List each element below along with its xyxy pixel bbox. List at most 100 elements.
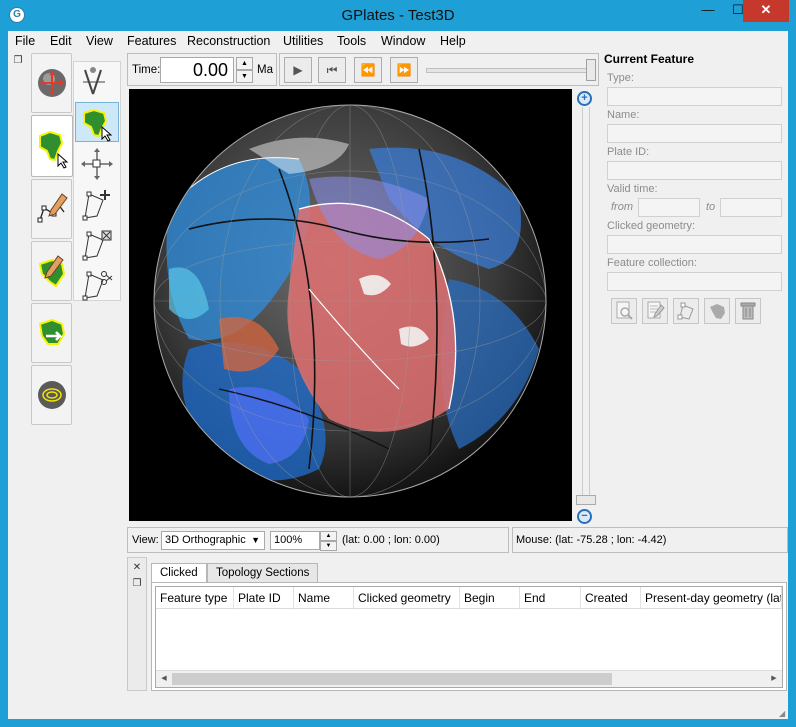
close-button[interactable]: ✕	[743, 0, 789, 22]
insert-vertex-icon[interactable]	[75, 184, 119, 224]
dock-close-icon[interactable]: ✕	[131, 562, 143, 574]
menu-window[interactable]: Window	[381, 34, 425, 48]
type-label: Type:	[607, 72, 634, 84]
zoom-spin-up-icon[interactable]: ▲	[320, 531, 337, 541]
zoom-percent-value: 100%	[274, 534, 303, 546]
plate-id-field	[607, 161, 782, 180]
column-plate-id[interactable]: Plate ID	[234, 587, 294, 609]
name-field	[607, 124, 782, 143]
digitise-icon[interactable]	[31, 179, 72, 239]
zoom-slider-handle[interactable]	[576, 495, 596, 505]
zoom-slider[interactable]	[582, 107, 590, 503]
clone-geometry-icon[interactable]	[673, 298, 699, 324]
scroll-left-icon[interactable]: ◀	[157, 673, 171, 685]
mouse-coordinates: Mouse: (lat: -75.28 ; lon: -4.42)	[516, 534, 667, 546]
tab-clicked[interactable]: Clicked	[151, 563, 207, 584]
to-label: to	[706, 201, 716, 213]
zoom-percent-input[interactable]: 100%	[270, 531, 320, 550]
rewind-to-start-icon[interactable]: ⏮	[318, 57, 346, 83]
time-slider-handle[interactable]	[586, 59, 596, 81]
drag-globe-icon[interactable]	[31, 53, 72, 113]
zoom-spin-down-icon[interactable]: ▼	[320, 541, 337, 551]
time-spin-down-icon[interactable]: ▼	[236, 70, 253, 83]
delete-feature-icon[interactable]	[735, 298, 761, 324]
measure-distance-icon[interactable]	[75, 62, 119, 102]
type-field	[607, 87, 782, 106]
feature-collection-label: Feature collection:	[607, 257, 697, 269]
main-toolbox	[31, 53, 73, 429]
time-label: Time:	[132, 64, 161, 76]
column-end[interactable]: End	[520, 587, 581, 609]
clone-feature-icon[interactable]	[704, 298, 730, 324]
projection-value: 3D Orthographic	[165, 534, 246, 546]
choose-feature-icon[interactable]	[75, 102, 119, 142]
globe-render[interactable]	[129, 89, 572, 521]
zoom-out-icon[interactable]: −	[577, 509, 592, 524]
view-toolbar: View: 3D Orthographic ▼ 100% ▲ ▼ (lat: 0.…	[127, 527, 509, 553]
valid-from-field	[638, 198, 700, 217]
zoom-slider-panel: + −	[574, 89, 598, 525]
column-clicked-geometry[interactable]: Clicked geometry	[354, 587, 460, 609]
projection-select[interactable]: 3D Orthographic ▼	[161, 531, 265, 550]
reconstruct-icon[interactable]	[31, 303, 72, 363]
column-present-day-geometry[interactable]: Present-day geometry (lat	[641, 587, 782, 609]
toolbox-float-icon[interactable]: ❐	[12, 55, 24, 67]
name-label: Name:	[607, 109, 640, 121]
current-feature-title: Current Feature	[604, 52, 695, 66]
feature-collection-field	[607, 272, 782, 291]
app-window: G GPlates - Test3D — ☐ ✕ File Edit View …	[0, 0, 796, 727]
chevron-down-icon: ▼	[251, 535, 260, 545]
feature-inspect-icon[interactable]	[31, 115, 73, 177]
time-input[interactable]: 0.00	[160, 57, 234, 83]
window-title: GPlates - Test3D	[341, 7, 455, 24]
mouse-coordinates-bar: Mouse: (lat: -75.28 ; lon: -4.42)	[512, 527, 788, 553]
time-slider[interactable]	[426, 68, 592, 73]
scroll-thumb[interactable]	[172, 673, 612, 685]
step-back-icon[interactable]: ⏪	[354, 57, 382, 83]
title-bar[interactable]: G GPlates - Test3D — ☐ ✕	[0, 0, 796, 31]
query-feature-icon[interactable]	[611, 298, 637, 324]
column-name[interactable]: Name	[294, 587, 354, 609]
modify-geometry-icon[interactable]	[31, 241, 72, 301]
column-created[interactable]: Created	[581, 587, 641, 609]
current-feature-panel: Current Feature Type: Name: Plate ID: Va…	[601, 49, 788, 339]
bottom-dock: ✕ ❐ Clicked Topology Sections Feature ty…	[127, 557, 787, 691]
menu-utilities[interactable]: Utilities	[283, 34, 323, 48]
menu-edit[interactable]: Edit	[50, 34, 72, 48]
delete-vertex-icon[interactable]	[75, 224, 119, 264]
menu-reconstruction[interactable]: Reconstruction	[187, 34, 270, 48]
main-client-area: File Edit View Features Reconstruction U…	[8, 31, 788, 719]
view-label: View:	[132, 534, 159, 546]
menu-features[interactable]: Features	[127, 34, 176, 48]
dock-side-bar: ✕ ❐	[127, 557, 147, 691]
clicked-features-table[interactable]: Feature type Plate ID Name Clicked geome…	[155, 586, 783, 688]
split-feature-icon[interactable]	[75, 264, 119, 304]
small-circle-icon[interactable]	[31, 365, 72, 425]
scroll-right-icon[interactable]: ▶	[767, 673, 781, 685]
tab-topology-sections[interactable]: Topology Sections	[207, 563, 319, 583]
clicked-geometry-label: Clicked geometry:	[607, 220, 696, 232]
column-begin[interactable]: Begin	[460, 587, 520, 609]
column-feature-type[interactable]: Feature type	[156, 587, 234, 609]
menu-help[interactable]: Help	[440, 34, 466, 48]
minimize-button[interactable]: —	[693, 0, 723, 22]
table-horizontal-scrollbar[interactable]: ◀ ▶	[156, 670, 782, 687]
camera-coordinates: (lat: 0.00 ; lon: 0.00)	[342, 534, 440, 546]
menu-view[interactable]: View	[86, 34, 113, 48]
globe-canvas[interactable]	[129, 89, 572, 521]
valid-time-label: Valid time:	[607, 183, 658, 195]
move-vertex-icon[interactable]	[75, 144, 119, 184]
zoom-in-icon[interactable]: +	[577, 91, 592, 106]
dock-float-icon[interactable]: ❐	[131, 578, 143, 590]
step-forward-icon[interactable]: ⏩	[390, 57, 418, 83]
from-label: from	[611, 201, 633, 213]
valid-to-field	[720, 198, 782, 217]
edit-feature-icon[interactable]	[642, 298, 668, 324]
resize-grip-icon[interactable]: ◢	[779, 709, 789, 719]
menu-file[interactable]: File	[15, 34, 35, 48]
menu-tools[interactable]: Tools	[337, 34, 366, 48]
clicked-tab-body: Feature type Plate ID Name Clicked geome…	[151, 582, 787, 691]
time-spin-up-icon[interactable]: ▲	[236, 57, 253, 70]
play-icon[interactable]: ▶	[284, 57, 312, 83]
clicked-geometry-field	[607, 235, 782, 254]
